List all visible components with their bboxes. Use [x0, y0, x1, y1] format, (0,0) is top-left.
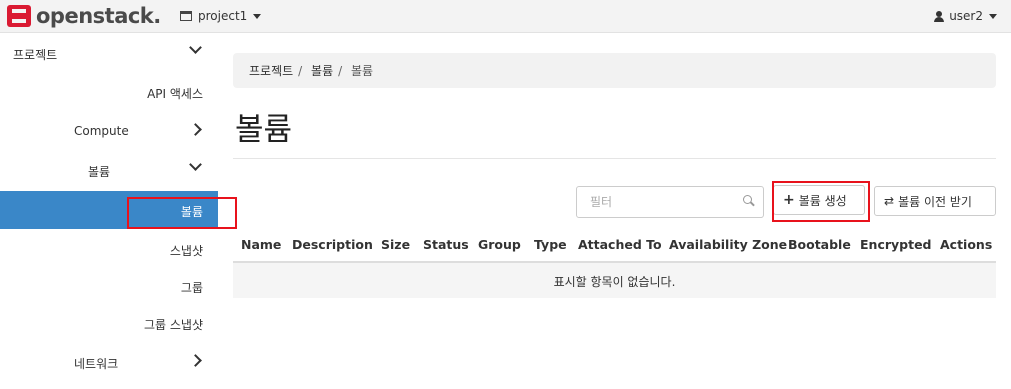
filter-input[interactable]: [577, 187, 737, 217]
sidebar-item-network[interactable]: 네트워크: [0, 343, 218, 381]
breadcrumb-item[interactable]: 프로젝트: [249, 64, 293, 78]
sidebar-item-label: 스냅샷: [169, 244, 203, 258]
chevron-right-icon: [189, 354, 202, 367]
column-header-encrypted[interactable]: Encrypted: [860, 237, 932, 252]
chevron-down-icon: [189, 41, 202, 54]
filter-field[interactable]: [576, 186, 764, 218]
openstack-logo[interactable]: openstack.: [7, 4, 161, 28]
chevron-right-icon: [189, 123, 202, 136]
column-header-size[interactable]: Size: [381, 237, 410, 252]
brand-name: openstack.: [36, 4, 161, 28]
column-header-attached-to[interactable]: Attached To: [578, 237, 662, 252]
project-switcher[interactable]: project1: [180, 7, 262, 25]
column-header-availability-zone[interactable]: Availability Zone: [669, 237, 787, 252]
openstack-logo-icon: [7, 5, 31, 27]
caret-down-icon: [253, 13, 262, 19]
sidebar-item-label: 네트워크: [74, 357, 119, 371]
plus-icon: +: [783, 192, 795, 208]
project-icon: [180, 11, 192, 21]
sidebar-item-label: API 액세스: [147, 87, 203, 101]
sidebar-item-label: 그룹: [180, 281, 203, 295]
sidebar: 프로젝트 API 액세스 Compute 볼륨 볼륨 스냅샷 그룹 그룹 스냅샷…: [0, 34, 218, 389]
column-header-status[interactable]: Status: [423, 237, 469, 252]
create-volume-button[interactable]: + 볼륨 생성: [773, 185, 865, 215]
caret-down-icon: [989, 13, 997, 19]
exchange-icon: ⇄: [884, 194, 895, 208]
user-name: user2: [949, 9, 983, 23]
user-icon: [934, 10, 945, 22]
sidebar-item-api-access[interactable]: API 액세스: [0, 73, 218, 111]
sidebar-item-label: 볼륨: [180, 205, 203, 219]
sidebar-item-groups[interactable]: 그룹: [0, 267, 218, 305]
column-header-name[interactable]: Name: [241, 237, 281, 252]
column-header-group[interactable]: Group: [478, 237, 521, 252]
sidebar-item-volume-group[interactable]: 볼륨: [0, 151, 218, 189]
divider: [233, 158, 996, 159]
sidebar-item-compute[interactable]: Compute: [0, 112, 218, 150]
breadcrumb: 프로젝트 / 볼륨 / 볼륨: [233, 53, 996, 88]
page-title: 볼륨: [235, 112, 293, 148]
sidebar-item-label: 그룹 스냅샷: [143, 318, 203, 332]
sidebar-item-label: 볼륨: [88, 165, 111, 179]
table-header: Name Description Size Status Group Type …: [233, 231, 996, 263]
accept-transfer-label: 볼륨 이전 받기: [898, 194, 972, 209]
breadcrumb-current: 볼륨: [351, 64, 374, 78]
accept-transfer-button[interactable]: ⇄ 볼륨 이전 받기: [874, 186, 996, 216]
column-header-bootable[interactable]: Bootable: [788, 237, 851, 252]
sidebar-item-group-snapshots[interactable]: 그룹 스냅샷: [0, 304, 218, 342]
chevron-down-icon: [189, 158, 202, 171]
sidebar-item-volumes[interactable]: 볼륨: [0, 191, 218, 229]
column-header-description[interactable]: Description: [292, 237, 373, 252]
top-navbar: openstack. project1 user2: [0, 0, 1011, 33]
sidebar-item-snapshots[interactable]: 스냅샷: [0, 230, 218, 268]
sidebar-item-project[interactable]: 프로젝트: [0, 34, 218, 72]
user-menu[interactable]: user2: [934, 7, 997, 25]
project-name: project1: [198, 9, 248, 23]
sidebar-item-label: 프로젝트: [13, 48, 58, 62]
table-empty-message: 표시할 항목이 없습니다.: [233, 263, 996, 298]
create-volume-label: 볼륨 생성: [798, 193, 847, 208]
sidebar-item-label: Compute: [74, 124, 129, 138]
column-header-type[interactable]: Type: [534, 237, 567, 252]
column-header-actions: Actions: [940, 237, 993, 252]
breadcrumb-item[interactable]: 볼륨: [311, 64, 333, 78]
search-icon[interactable]: [743, 195, 754, 206]
